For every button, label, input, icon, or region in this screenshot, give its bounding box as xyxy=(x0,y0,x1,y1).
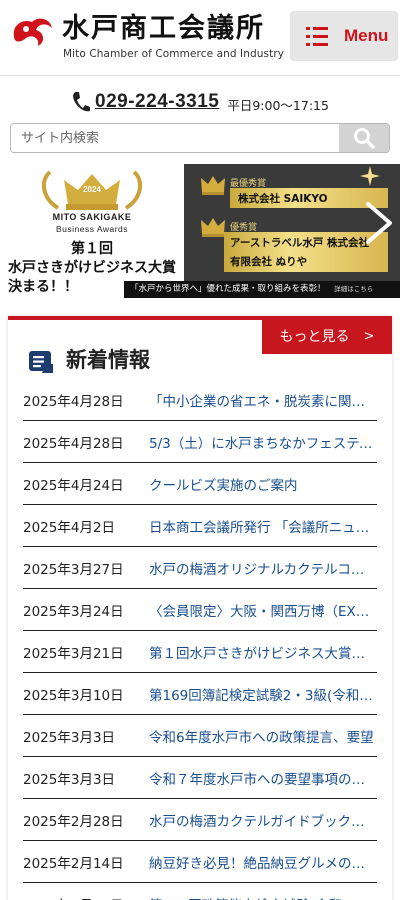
news-date: 2025年4月24日 xyxy=(23,477,124,494)
news-item[interactable]: 2025年3月3日 令和７年度水戸市への要望事項の提出 xyxy=(23,757,377,799)
news-item[interactable]: 2025年3月21日 第１回水戸さきがけビジネス大賞決定 xyxy=(23,631,377,673)
news-link[interactable]: クールビズ実施のご案内 xyxy=(149,474,377,494)
crown-icon xyxy=(201,176,225,195)
menu-button[interactable]: Menu xyxy=(290,11,398,61)
banner-detail-link[interactable]: 詳細はこちら xyxy=(334,285,373,293)
phone-icon xyxy=(73,92,91,112)
news-date: 2025年3月3日 xyxy=(23,729,116,746)
news-date: 2025年3月24日 xyxy=(23,603,124,620)
news-document-icon xyxy=(29,351,53,373)
search-button[interactable] xyxy=(339,124,389,152)
menu-label: Menu xyxy=(344,26,389,45)
hamburger-icon xyxy=(306,26,328,46)
award-logo-panel: 2024 MITO SAKIGAKE Business Awards 第１回 水… xyxy=(0,162,184,300)
news-link[interactable]: 第169回簿記検定試験2・3級(令和7年6月) xyxy=(149,684,377,704)
news-link[interactable]: 日本商工会議所発行 「会議所ニュース」 xyxy=(149,516,377,536)
site-subtitle: Mito Chamber of Commerce and Industry xyxy=(63,48,285,60)
crown-icon xyxy=(201,218,225,237)
news-item[interactable]: 2025年4月2日 日本商工会議所発行 「会議所ニュース」 xyxy=(23,505,377,547)
award-en-line2: Business Awards xyxy=(55,224,129,234)
news-item[interactable]: 2025年2月14日第239回珠算能力検定試験(令和7年6月) xyxy=(23,883,377,900)
search-input[interactable] xyxy=(11,124,341,152)
news-link[interactable]: 第239回珠算能力検定試験(令和7年6月) xyxy=(149,894,377,900)
news-item[interactable]: 2025年2月28日 水戸の梅酒カクテルガイドブック完成 xyxy=(23,799,377,841)
business-hours: 平日9:00～17:15 xyxy=(227,97,329,113)
news-item[interactable]: 2025年4月28日 5/3（土）に水戸まちなかフェスティバル開催 xyxy=(23,421,377,463)
chevron-right-icon: > xyxy=(363,328,375,344)
contact-row: 029-224-3315 平日9:00～17:15 xyxy=(0,88,400,116)
sparkle-icon xyxy=(360,166,380,186)
award-year: 2024 xyxy=(83,185,101,194)
news-item[interactable]: 2025年4月28日 「中小企業の省エネ・脱炭素に関する実態調査」 xyxy=(23,379,377,421)
award-title: 水戸さきがけビジネス大賞 xyxy=(8,260,176,276)
news-link[interactable]: 令和6年度水戸市への政策提言、要望 xyxy=(149,726,377,746)
phone-number-link[interactable]: 029-224-3315 xyxy=(95,91,219,113)
more-news-button[interactable]: もっと見る > xyxy=(262,318,392,354)
news-item[interactable]: 2025年3月27日 水戸の梅酒オリジナルカクテルコンテスト xyxy=(23,547,377,589)
news-item[interactable]: 2025年3月10日 第169回簿記検定試験2・3級(令和7年6月) xyxy=(23,673,377,715)
news-date: 2025年3月21日 xyxy=(23,645,124,662)
site-title[interactable]: 水戸商工会議所 xyxy=(62,12,265,46)
news-link[interactable]: 令和７年度水戸市への要望事項の提出 xyxy=(149,768,377,788)
news-heading: 新着情報 xyxy=(66,348,150,372)
banner-caption: 「水戸から世界へ」優れた成果・取り組みを表彰！ 詳細はこちら xyxy=(124,281,400,298)
award-banner[interactable]: 2024 MITO SAKIGAKE Business Awards 第１回 水… xyxy=(0,162,400,300)
news-item[interactable]: 2025年3月3日 令和6年度水戸市への政策提言、要望 xyxy=(23,715,377,757)
news-link[interactable]: 5/3（土）に水戸まちなかフェスティバル開催 xyxy=(149,432,377,452)
news-date: 2025年2月28日 xyxy=(23,813,124,830)
news-link[interactable]: 第１回水戸さきがけビジネス大賞決定 xyxy=(149,642,377,662)
news-link[interactable]: 水戸の梅酒カクテルガイドブック完成 xyxy=(149,810,377,830)
news-date: 2025年3月3日 xyxy=(23,771,116,788)
award-announcement: 決まる！！ xyxy=(8,279,78,295)
site-search xyxy=(10,123,390,153)
news-date: 2025年2月14日 xyxy=(23,894,149,900)
search-icon xyxy=(354,128,375,149)
news-list: 2025年4月28日「中小企業の省エネ・脱炭素に関する実態調査」2025年4月2… xyxy=(23,379,377,900)
news-link[interactable]: 〈会員限定〉大阪・関西万博（EXPO2025） xyxy=(149,600,377,620)
news-link[interactable]: 水戸の梅酒オリジナルカクテルコンテスト xyxy=(149,558,377,578)
site-header: 水戸商工会議所 Mito Chamber of Commerce and Ind… xyxy=(0,0,400,76)
banner-caption-text: 「水戸から世界へ」優れた成果・取り組みを表彰！ xyxy=(130,284,326,294)
news-item[interactable]: 2025年4月24日 クールビズ実施のご案内 xyxy=(23,463,377,505)
news-date: 2025年4月2日 xyxy=(23,519,116,536)
news-date: 2025年2月14日 xyxy=(23,855,124,872)
news-item[interactable]: 2025年3月24日 〈会員限定〉大阪・関西万博（EXPO2025） xyxy=(23,589,377,631)
news-link[interactable]: 「中小企業の省エネ・脱炭素に関する実態調査」 xyxy=(149,390,377,410)
news-date: 2025年3月27日 xyxy=(23,561,124,578)
award-number: 第１回 xyxy=(71,241,113,257)
news-date: 2025年3月10日 xyxy=(23,687,124,704)
chevron-right-icon[interactable] xyxy=(362,200,396,246)
chamber-logo-icon[interactable] xyxy=(10,14,54,48)
news-date: 2025年4月28日 xyxy=(23,435,124,452)
news-link[interactable]: 納豆好き必見！絶品納豆グルメの紹介 xyxy=(149,852,377,872)
news-item[interactable]: 2025年2月14日 納豆好き必見！絶品納豆グルメの紹介 xyxy=(23,841,377,883)
news-date: 2025年4月28日 xyxy=(23,393,124,410)
more-news-label: もっと見る xyxy=(279,329,350,345)
award-en-line1: MITO SAKIGAKE xyxy=(52,212,132,222)
prize-winner: 有限会社 ぬりや xyxy=(230,256,308,268)
